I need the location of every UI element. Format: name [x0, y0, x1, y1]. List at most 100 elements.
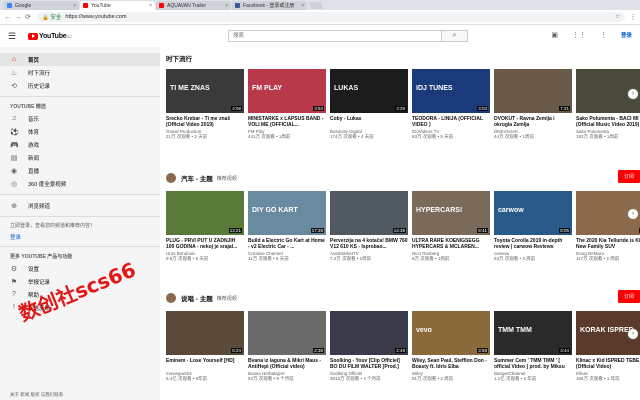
url-field[interactable]: 🔒 安全 https://www.youtube.com ☆ [37, 12, 625, 22]
video-title[interactable]: Bvana iz laguna & Mikri Maus - AntiHepi … [248, 358, 326, 370]
video-title[interactable]: Toyota Corolla 2019 in-depth review | ca… [494, 238, 572, 250]
settings-more-icon[interactable]: ⋮ [600, 31, 607, 39]
reload-icon[interactable]: ⟳ [23, 13, 33, 21]
subscribe-button[interactable]: 订阅 [617, 290, 640, 303]
video-title[interactable]: Klinac x Kid ISPRED TEBE (Official Video… [576, 358, 640, 370]
video-shelf: 时下流行 TI ME ZNAS 4:08 Srecko Krebar - Ti me … [166, 53, 640, 139]
sidebar-item[interactable]: 🎮 游戏 [0, 138, 160, 151]
sidebar-item-label: 首页 [28, 57, 40, 64]
video-card[interactable]: HYPERCARS! 9:41 ULTRA RARE KOENIGSEGG HYPE… [412, 191, 490, 262]
browser-tab[interactable]: YouTube × [80, 1, 155, 10]
video-title[interactable]: The 2020 Kia Telluride is Kia's New Fami… [576, 238, 640, 250]
video-title[interactable]: Build a Electric Go Kart at Home - v2 El… [248, 238, 326, 250]
shelf-next-arrow-icon[interactable]: › [628, 209, 638, 219]
video-title[interactable]: Sako Polumenta - BACI MI (Official Music… [576, 116, 640, 128]
tab-close-icon[interactable]: × [301, 3, 304, 9]
video-card[interactable]: 2:49 Soolking - Youv [Clip Officiel] BO D… [330, 311, 408, 382]
video-title[interactable]: Eminem - Lose Yourself [HD] [166, 358, 244, 370]
video-title[interactable]: Wiley, Sean Paul, Stefflon Don - Boasty … [412, 358, 490, 370]
hamburger-menu-icon[interactable]: ☰ [8, 31, 22, 42]
apps-icon[interactable]: ⋮⋮ [572, 31, 586, 39]
bookmark-star-icon[interactable]: ☆ [615, 14, 620, 20]
sidebar-item[interactable]: ⊕ 浏览频道 [0, 199, 160, 212]
sidebar-item[interactable]: ▤ 新闻 [0, 151, 160, 164]
video-thumbnail[interactable]: 5:24 [166, 311, 244, 355]
sidebar-item[interactable]: ◉ 直播 [0, 164, 160, 177]
video-thumbnail[interactable]: TMM TMM 3:44 [494, 311, 572, 355]
sidebar-signin-link[interactable]: 登录 [0, 232, 160, 242]
video-card[interactable]: FM PLAY 3:54 MINISTARKE x LAPSUS BAND - VO… [248, 69, 326, 140]
video-title[interactable]: Perverzija na 4 kotača! BMW 760 V12 610 … [330, 238, 408, 250]
upload-icon[interactable]: ▣ [551, 31, 558, 39]
video-row: TI ME ZNAS 4:08 Srecko Krebar - Ti me znaš… [166, 69, 640, 140]
tab-close-icon[interactable]: × [73, 3, 76, 9]
signin-button[interactable]: 登录 [621, 31, 632, 39]
shelf-title-text[interactable]: 时下流行 [166, 53, 192, 63]
video-thumbnail[interactable]: DIY GO KART 17:28 [248, 191, 326, 235]
shelf-title-text[interactable]: 说唱 - 主题 [181, 293, 213, 303]
sidebar-item[interactable]: ⟲ 历史记录 [0, 79, 160, 92]
video-title[interactable]: Srecko Krebar - Ti me znaš (Official Vid… [166, 116, 244, 128]
browser-tab[interactable]: AQUAVAN Trailer × [156, 1, 231, 10]
forward-icon[interactable]: → [13, 14, 23, 21]
video-card[interactable]: TI ME ZNAS 4:08 Srecko Krebar - Ti me znaš… [166, 69, 244, 140]
youtube-logo[interactable]: YouTube CC [28, 32, 72, 40]
tab-close-icon[interactable]: × [149, 3, 152, 9]
video-card[interactable]: 4:55Sako Polumenta - BACI MI (Official M… [576, 69, 640, 140]
video-thumbnail[interactable]: IDJ TUNES 3:03 [412, 69, 490, 113]
video-title[interactable]: TEODORA - LINIJA (OFFICIAL VIDEO ) [412, 116, 490, 128]
channel-avatar[interactable] [166, 173, 176, 183]
video-thumbnail[interactable]: HYPERCARS! 9:41 [412, 191, 490, 235]
sidebar-item[interactable]: ⚽ 体育 [0, 125, 160, 138]
video-card[interactable]: IDJ TUNES 3:03 TEODORA - LINIJA (OFFICIAL … [412, 69, 490, 140]
sidebar-item[interactable]: ♫ 音乐 [0, 112, 160, 125]
video-card[interactable]: 26:39The 2020 Kia Telluride is Kia's New… [576, 191, 640, 262]
video-title[interactable]: Coby - Lukas [330, 116, 408, 128]
tab-close-icon[interactable]: × [225, 3, 228, 9]
video-thumbnail[interactable]: 14:38 [330, 191, 408, 235]
video-thumbnail[interactable]: TI ME ZNAS 4:08 [166, 69, 244, 113]
video-card[interactable]: LUKAS 3:29 Coby - Lukas Bosnivity Digital 17… [330, 69, 408, 140]
video-thumbnail[interactable]: carwow 8:05 [494, 191, 572, 235]
browser-tab[interactable]: Facebook - 登录或注册 × [232, 1, 307, 10]
video-thumbnail[interactable]: 2:38 [248, 311, 326, 355]
back-icon[interactable]: ← [3, 14, 13, 21]
video-title[interactable]: DVOKUT - Ravna Zemlja i okrugla Zemlja [494, 116, 572, 128]
search-input[interactable] [229, 31, 441, 41]
tab-favicon-icon [7, 3, 12, 8]
video-thumbnail[interactable]: vevo 3:59 [412, 311, 490, 355]
video-card[interactable]: DIY GO KART 17:28 Build a Electric Go Kart… [248, 191, 326, 262]
new-tab-button[interactable] [308, 2, 324, 9]
video-title[interactable]: Summer Cem ' TMM TMM ' [ official Video … [494, 358, 572, 370]
video-thumbnail[interactable]: LUKAS 3:29 [330, 69, 408, 113]
video-card[interactable]: 7:31 DVOKUT - Ravna Zemlja i okrugla Zeml… [494, 69, 572, 140]
video-card[interactable]: 2:38 Bvana iz laguna & Mikri Maus - AntiH… [248, 311, 326, 382]
video-card[interactable]: vevo 3:59 Wiley, Sean Paul, Stefflon Don -… [412, 311, 490, 382]
sidebar-item[interactable]: ⌂ 首页 [0, 53, 160, 66]
video-title[interactable]: ULTRA RARE KOENIGSEGG HYPERCARS & MCLARE… [412, 238, 490, 250]
sidebar-item[interactable]: ♨ 时下流行 [0, 66, 160, 79]
video-card[interactable]: 14:38 Perverzija na 4 kotača! BMW 760 V12… [330, 191, 408, 262]
browser-menu-icon[interactable]: ⋮ [629, 13, 637, 21]
shelf-title-text[interactable]: 汽车 - 主题 [181, 173, 213, 183]
video-title[interactable]: PLUG - PRVI PUT U ZADNJIH 100 GODINA - n… [166, 238, 244, 250]
channel-avatar[interactable] [166, 293, 176, 303]
video-thumbnail[interactable]: 13:21 [166, 191, 244, 235]
shelf-next-arrow-icon[interactable]: › [628, 329, 638, 339]
video-card[interactable]: KORAK ISPRED3:30Klinac x Kid ISPRED TEBE… [576, 311, 640, 382]
subscribe-button[interactable]: 订阅 [617, 170, 640, 183]
video-thumbnail[interactable]: 7:31 [494, 69, 572, 113]
video-thumbnail[interactable]: FM PLAY 3:54 [248, 69, 326, 113]
video-card[interactable]: TMM TMM 3:44 Summer Cem ' TMM TMM ' [ offi… [494, 311, 572, 382]
sidebar-item[interactable]: ◎ 360 度全景视频 [0, 177, 160, 190]
search-icon: ⌕ [452, 32, 457, 39]
video-card[interactable]: carwow 8:05 Toyota Corolla 2019 in-depth r… [494, 191, 572, 262]
browser-tab[interactable]: Google × [4, 1, 79, 10]
video-title[interactable]: Soolking - Youv [Clip Officiel] BO DU FI… [330, 358, 408, 370]
video-thumbnail[interactable]: 2:49 [330, 311, 408, 355]
shelf-next-arrow-icon[interactable]: › [628, 89, 638, 99]
search-button[interactable]: ⌕ [441, 31, 467, 41]
video-card[interactable]: 13:21 PLUG - PRVI PUT U ZADNJIH 100 GODIN… [166, 191, 244, 262]
video-title[interactable]: MINISTARKE x LAPSUS BAND - VOLI ME (OFFI… [248, 116, 326, 128]
video-card[interactable]: 5:24 Eminem - Lose Yourself [HD] movieguel… [166, 311, 244, 382]
